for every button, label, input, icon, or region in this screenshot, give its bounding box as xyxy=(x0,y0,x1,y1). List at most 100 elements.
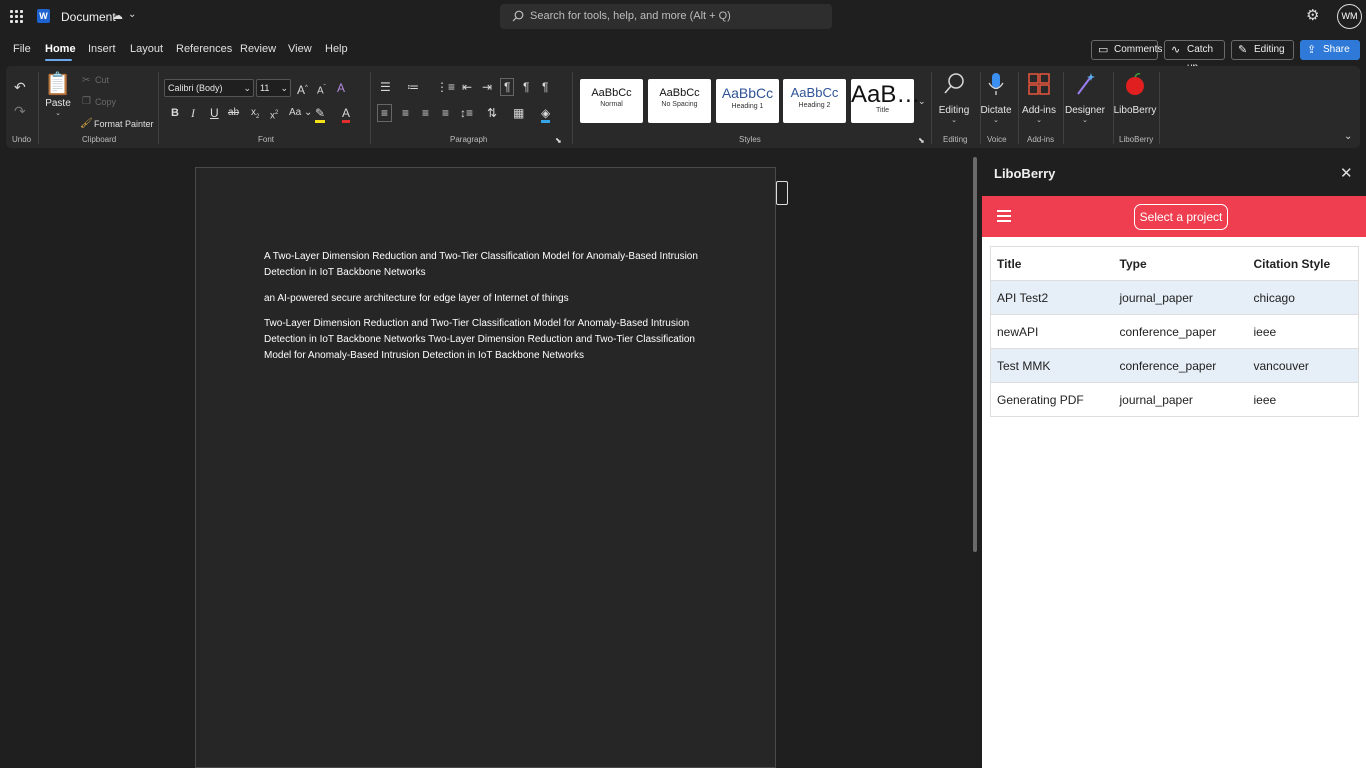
catchup-button[interactable]: ∿Catch up xyxy=(1164,40,1225,73)
tab-layout[interactable]: Layout xyxy=(130,43,163,55)
paragraph-group-label: Paragraph xyxy=(450,135,488,144)
style-title[interactable]: AaB… Title xyxy=(851,79,920,123)
tab-file[interactable]: File xyxy=(13,43,31,55)
close-icon[interactable]: ✕ xyxy=(1340,164,1353,182)
pencil-icon: ✎ xyxy=(1238,44,1248,56)
cell-style: chicago xyxy=(1247,280,1359,315)
highlight-icon[interactable]: ✎ xyxy=(315,106,326,123)
paste-button[interactable]: 📋 Paste ⌄ xyxy=(36,71,80,118)
justify-icon[interactable]: ≡ xyxy=(442,106,449,120)
editing-group-label: Editing xyxy=(943,135,968,144)
dialog-launcher-icon[interactable]: ⬊ xyxy=(918,134,925,148)
tab-help[interactable]: Help xyxy=(325,43,348,55)
table-row[interactable]: Test MMK conference_paper vancouver xyxy=(990,348,1359,383)
search-placeholder: Search for tools, help, and more (Alt + … xyxy=(530,10,731,22)
collapse-ribbon-icon[interactable]: ⌄ xyxy=(1344,130,1352,144)
font-name-value: Calibri (Body) xyxy=(168,83,223,93)
font-size-value: 11 xyxy=(260,83,270,93)
designer-button[interactable]: Designer ⌄ xyxy=(1063,72,1107,124)
style-heading-1[interactable]: AaBbCc Heading 1 xyxy=(716,79,779,123)
borders-icon[interactable]: ▦ xyxy=(513,106,524,120)
select-project-button[interactable]: Select a project xyxy=(1134,204,1228,230)
copy-button[interactable]: Copy xyxy=(95,97,116,107)
table-row[interactable]: Generating PDF journal_paper ieee xyxy=(990,382,1359,417)
scissors-icon: ✂ xyxy=(82,75,91,86)
editing-mode-button[interactable]: ✎Editing ⌄ xyxy=(1231,40,1294,73)
font-color-icon[interactable]: A xyxy=(342,106,351,123)
hamburger-menu-icon[interactable] xyxy=(997,210,1011,222)
format-painter-button[interactable]: Format Painter xyxy=(94,119,154,129)
bullets-icon[interactable]: ☰ xyxy=(380,80,391,94)
paragraph-spacing-icon[interactable]: ⇅ xyxy=(487,106,497,120)
line-spacing-icon[interactable]: ↕≡ xyxy=(460,106,473,120)
liboberry-label: LiboBerry xyxy=(1113,105,1157,116)
document-title[interactable]: Document xyxy=(61,10,116,24)
share-button[interactable]: ⇪Share ⌄ xyxy=(1300,40,1360,73)
editing-button[interactable]: Editing ⌄ xyxy=(932,72,976,124)
liboberry-pane: LiboBerry ✕ Select a project Title Type … xyxy=(982,152,1366,768)
style-preview: AaBbCc xyxy=(591,87,632,99)
table-row[interactable]: API Test2 journal_paper chicago xyxy=(990,280,1359,315)
font-name-select[interactable]: Calibri (Body) ⌄ xyxy=(164,79,254,97)
cell-type: journal_paper xyxy=(1113,280,1248,315)
avatar[interactable]: WM xyxy=(1337,4,1362,29)
bold-icon[interactable]: B xyxy=(171,106,179,120)
cut-button[interactable]: Cut xyxy=(95,75,109,85)
tab-insert[interactable]: Insert xyxy=(88,43,116,55)
strikethrough-icon[interactable]: ab xyxy=(228,106,239,120)
active-tab-indicator xyxy=(45,59,72,61)
font-size-select[interactable]: 11 ⌄ xyxy=(256,79,291,97)
liboberry-button[interactable]: LiboBerry xyxy=(1112,72,1158,116)
redo-icon[interactable]: ↷ xyxy=(14,104,26,118)
shrink-font-icon[interactable]: Aˇ xyxy=(317,81,326,98)
multilevel-list-icon[interactable]: ⋮≡ xyxy=(436,80,455,94)
style-normal[interactable]: AaBbCc Normal xyxy=(580,79,643,123)
designer-wand-icon xyxy=(1077,73,1095,95)
italic-icon[interactable]: I xyxy=(191,106,195,120)
chevron-down-icon[interactable]: ⌄ xyxy=(128,9,136,20)
clear-formatting-icon[interactable]: A xyxy=(337,81,345,95)
tab-references[interactable]: References xyxy=(176,43,232,55)
align-left-icon[interactable]: ≡ xyxy=(377,104,393,122)
superscript-icon[interactable]: x2 xyxy=(270,106,278,123)
app-launcher-icon[interactable] xyxy=(10,10,24,24)
increase-indent-icon[interactable]: ⇥ xyxy=(482,80,492,94)
change-case-button[interactable]: Aa ⌄ xyxy=(289,106,312,120)
column-header-citation-style: Citation Style xyxy=(1247,246,1359,281)
style-no-spacing[interactable]: AaBbCc No Spacing xyxy=(648,79,711,123)
table-row[interactable]: newAPI conference_paper ieee xyxy=(990,314,1359,349)
vertical-scrollbar[interactable] xyxy=(973,157,977,552)
shading-icon[interactable]: ◈ xyxy=(541,106,551,123)
search-box[interactable]: Search for tools, help, and more (Alt + … xyxy=(500,4,832,29)
document-paragraph[interactable]: an AI-powered secure architecture for ed… xyxy=(264,291,714,307)
editing-label: Editing xyxy=(938,105,970,116)
align-center-icon[interactable]: ≡ xyxy=(402,106,409,120)
rtl-icon[interactable]: ¶ xyxy=(523,80,529,94)
document-paragraph[interactable]: Two-Layer Dimension Reduction and Two-Ti… xyxy=(264,316,714,364)
styles-more-icon[interactable]: ⌄ xyxy=(918,94,926,108)
subscript-icon[interactable]: x2 xyxy=(251,106,259,124)
grow-font-icon[interactable]: A^ xyxy=(297,81,308,97)
tab-view[interactable]: View xyxy=(288,43,312,55)
ltr-icon[interactable]: ¶ xyxy=(500,78,515,96)
dialog-launcher-icon[interactable]: ⬊ xyxy=(555,134,562,148)
gear-icon[interactable]: ⚙ xyxy=(1306,8,1322,24)
clipboard-group-label: Clipboard xyxy=(82,135,117,144)
column-header-title: Title xyxy=(990,246,1114,281)
show-marks-icon[interactable]: ¶ xyxy=(542,80,548,94)
tab-home[interactable]: Home xyxy=(45,43,76,55)
document-page[interactable]: A Two-Layer Dimension Reduction and Two-… xyxy=(195,167,776,768)
clipboard-icon: 📋 xyxy=(44,71,72,96)
document-paragraph[interactable]: A Two-Layer Dimension Reduction and Two-… xyxy=(264,249,714,281)
align-right-icon[interactable]: ≡ xyxy=(422,106,429,120)
style-heading-2[interactable]: AaBbCc Heading 2 xyxy=(783,79,846,123)
dictate-button[interactable]: Dictate ⌄ xyxy=(974,72,1018,124)
underline-icon[interactable]: U xyxy=(210,106,219,120)
voice-group-label: Voice xyxy=(987,135,1007,144)
comments-button[interactable]: ▭ Comments xyxy=(1091,40,1162,60)
tab-review[interactable]: Review xyxy=(240,43,276,55)
numbering-icon[interactable]: ≔ xyxy=(407,80,419,94)
undo-icon[interactable]: ↶ xyxy=(14,80,26,94)
addins-button[interactable]: Add-ins ⌄ xyxy=(1017,72,1061,124)
decrease-indent-icon[interactable]: ⇤ xyxy=(462,80,472,94)
